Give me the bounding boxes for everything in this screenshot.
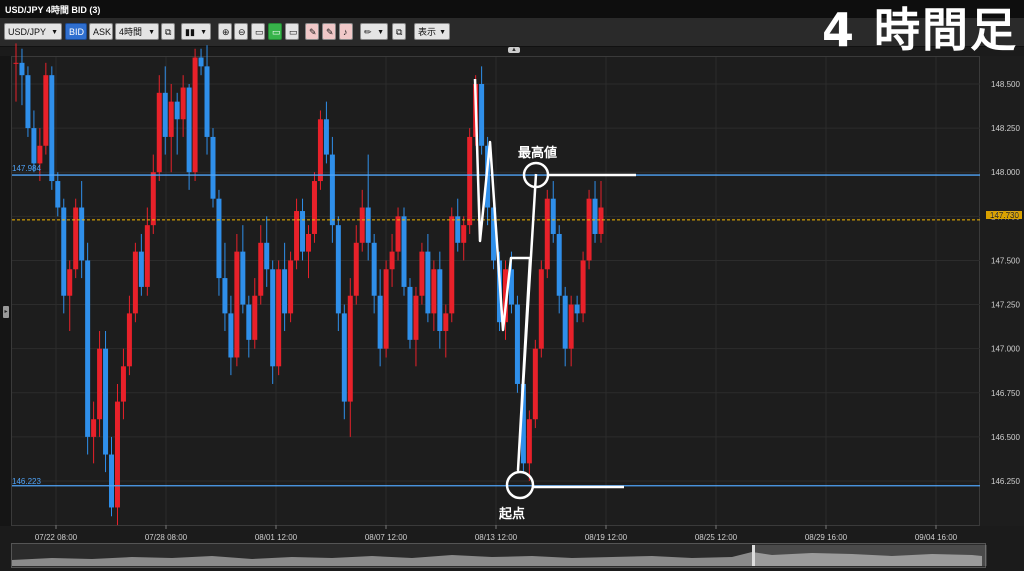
x-tick-label: 08/25 12:00 (695, 533, 738, 542)
x-tick-label: 08/19 12:00 (585, 533, 628, 542)
bar-chart-icon: ▮▮ (185, 27, 195, 37)
draw-tool-button[interactable]: ✏ ▼ (360, 23, 388, 40)
collapse-toggle[interactable]: ▲ (508, 47, 520, 53)
timeframe-select[interactable]: 4時間 ▼ (115, 23, 159, 40)
x-tick-label: 07/28 08:00 (145, 533, 188, 542)
navigator-window[interactable] (752, 545, 987, 566)
symbol-select[interactable]: USD/JPY ▼ (4, 23, 62, 40)
zoom-in-icon[interactable]: ⊕ (218, 23, 232, 40)
chart-plot-area[interactable] (11, 56, 980, 526)
fit-icon[interactable]: ▭ (251, 23, 265, 40)
symbol-label: USD/JPY (8, 27, 47, 37)
navigator-scrollbar[interactable] (11, 543, 987, 568)
chart-type-button[interactable]: ▮▮ ▼ (181, 23, 211, 40)
chevron-down-icon: ▼ (439, 29, 446, 36)
x-tick-label: 09/04 16:00 (915, 533, 958, 542)
chevron-down-icon: ▼ (200, 29, 207, 36)
chevron-down-icon: ▼ (148, 29, 155, 36)
link-icon[interactable]: ⧉ (161, 23, 175, 40)
overlay-title: 4 時間足 (821, 3, 1018, 57)
window-icon[interactable]: ▭ (285, 23, 299, 40)
sidebar-handle[interactable]: ▸ (3, 306, 9, 318)
x-tick-label: 08/01 12:00 (255, 533, 298, 542)
display-menu[interactable]: 表示 ▼ (414, 23, 450, 40)
x-tick-label: 08/29 16:00 (805, 533, 848, 542)
ask-button[interactable]: ASK (89, 23, 113, 40)
timeframe-label: 4時間 (119, 27, 143, 37)
zoom-out-icon[interactable]: ⊖ (234, 23, 248, 40)
x-axis-labels: 07/22 08:00 07/28 08:00 08/01 12:00 08/07 1… (35, 533, 958, 542)
auto-scroll-icon[interactable]: ▭ (268, 23, 282, 40)
display-label: 表示 (418, 27, 437, 37)
layers-icon[interactable]: ⧉ (392, 23, 406, 40)
price-axis (980, 56, 1024, 526)
history-icon[interactable]: ♪ (339, 23, 353, 40)
bid-button[interactable]: BID (65, 23, 87, 40)
x-tick-label: 08/07 12:00 (365, 533, 408, 542)
order-icon[interactable]: ✎ (305, 23, 319, 40)
window-title: USD/JPY 4時間 BID (3) (5, 5, 101, 15)
x-tick-label: 08/13 12:00 (475, 533, 518, 542)
chevron-down-icon: ▼ (51, 29, 58, 36)
pencil-icon: ✏ (364, 27, 372, 37)
x-tick-label: 07/22 08:00 (35, 533, 78, 542)
chevron-down-icon: ▼ (377, 29, 384, 36)
position-icon[interactable]: ✎ (322, 23, 336, 40)
left-strip (0, 56, 11, 526)
